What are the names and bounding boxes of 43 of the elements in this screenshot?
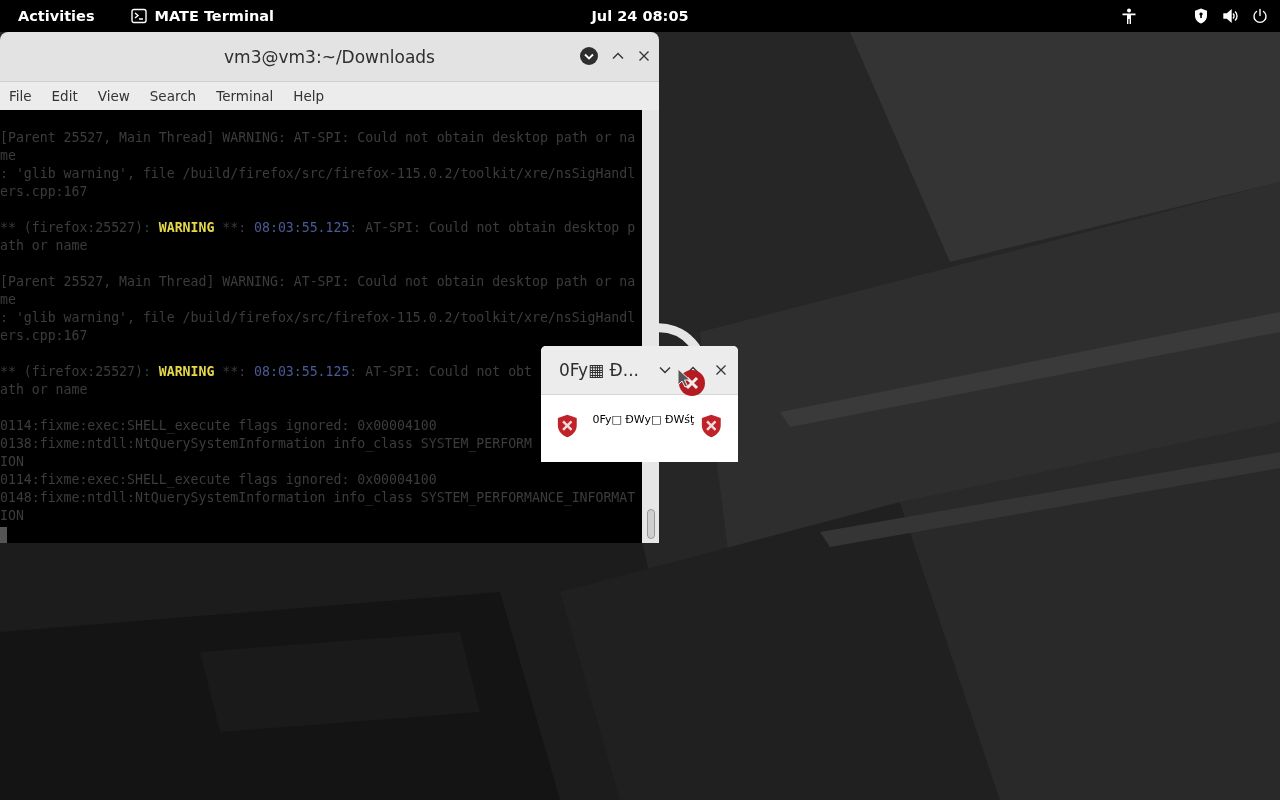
volume-icon[interactable] [1222,8,1238,24]
clock[interactable]: Jul 24 08:05 [591,8,689,24]
terminal-line: ** (firefox:25527): WARNING **: 08:03:55.125: AT-SPI: Could not obt [0,363,532,381]
terminal-line: 0148:fixme:ntdll:NtQuerySystemInformation info_class SYSTEM_PERFORMANCE_INFORMAT [0,489,636,507]
terminal-icon [130,8,147,24]
menu-item[interactable]: Search [149,88,197,104]
menu-item[interactable]: Edit [51,88,78,104]
text-cursor [0,527,7,543]
shield-icon[interactable] [1194,8,1208,24]
terminal-line: ** (firefox:25527): WARNING **: 08:03:55.125: AT-SPI: Could not obtain desktop p [0,219,636,237]
terminal-line: ION [0,507,24,525]
terminal-line: ath or name [0,237,88,255]
close-icon[interactable] [714,363,728,377]
terminal-line: 0114:fixme:exec:SHELL_execute flags ignored: 0x00004100 [0,471,437,489]
terminal-line: ers.cpp:167 [0,327,88,345]
terminal-line: : 'glib warning', file /build/firefox/src/firefox-115.0.2/toolkit/xre/nsSigHandl [0,309,636,327]
error-shield-icon [700,413,723,439]
menu-item[interactable]: Help [293,88,325,104]
accessibility-icon[interactable] [1122,8,1136,24]
minimize-icon[interactable] [579,46,599,66]
close-icon[interactable] [637,49,651,63]
terminal-line: ION [0,453,24,471]
terminal-line: [Parent 25527, Main Thread] WARNING: AT-SPI: Could not obtain desktop path or na [0,129,636,147]
scrollbar-thumb[interactable] [647,509,655,539]
window-title: vm3@vm3:~/Downloads [224,46,435,67]
app-menu-label[interactable]: MATE Terminal [154,8,274,24]
menu-item[interactable]: File [9,88,32,104]
terminal-line: me [0,147,16,165]
terminal-line: : 'glib warning', file /build/firefox/src/firefox-115.0.2/toolkit/xre/nsSigHandl [0,165,636,183]
menu-item[interactable]: View [97,88,130,104]
terminal-line: ers.cpp:167 [0,183,88,201]
mouse-pointer-icon [677,368,691,388]
error-shield-icon [556,413,579,439]
terminal-line: 0138:fixme:ntdll:NtQuerySystemInformation info_class SYSTEM_PERFORM [0,435,532,453]
power-icon[interactable] [1252,8,1268,24]
terminal-line: 0114:fixme:exec:SHELL_execute flags ignored: 0x00004100 [0,417,437,435]
dialog-message: 0Fy□ ÐWy□ ÐWśţ [592,413,695,426]
dialog-title: 0Fy▦ Ð... [559,360,639,380]
activities-button[interactable]: Activities [18,8,95,24]
terminal-line: [Parent 25527, Main Thread] WARNING: AT-SPI: Could not obtain desktop path or na [0,273,636,291]
menu-item[interactable]: Terminal [216,88,274,104]
terminal-line: ath or name [0,381,88,399]
terminal-line: me [0,291,16,309]
